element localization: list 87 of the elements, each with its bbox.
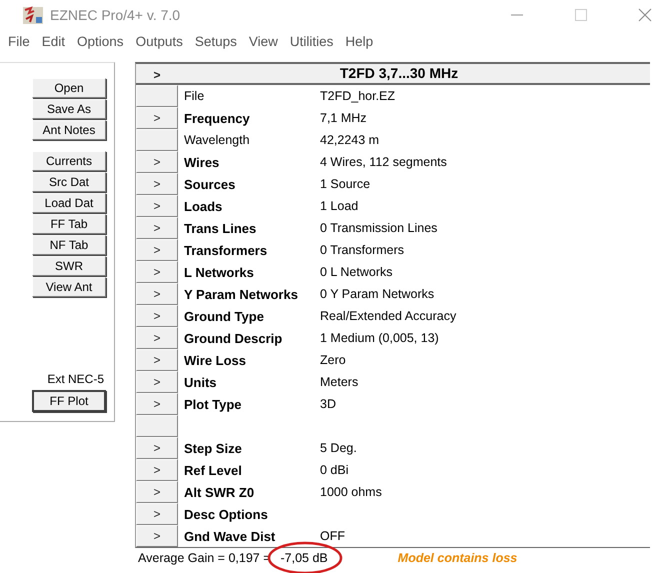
row-value: 1000 ohms — [320, 485, 382, 499]
row-label: Trans Lines — [183, 220, 258, 236]
arrow-button[interactable]: > — [136, 173, 178, 195]
menu-item[interactable]: Outputs — [136, 34, 183, 48]
row-label: Plot Type — [183, 396, 243, 412]
row-value: 1 Source — [320, 177, 370, 191]
row-label: Sources — [183, 176, 236, 192]
side-button[interactable]: Currents — [32, 151, 106, 171]
side-button[interactable]: NF Tab — [32, 235, 106, 255]
row-value: 4 Wires, 112 segments — [320, 155, 447, 169]
arrow-button[interactable]: > — [136, 437, 178, 459]
row-label: Ground Descrip — [183, 330, 284, 346]
window-title: EZNEC Pro/4+ v. 7.0 — [50, 7, 180, 23]
arrow-button[interactable]: > — [136, 327, 178, 349]
row-value: 1 Medium (0,005, 13) — [320, 331, 439, 345]
header-arrow-button[interactable]: > — [136, 64, 178, 86]
row-value: 5 Deg. — [320, 441, 357, 455]
loss-warning: Model contains loss — [398, 551, 518, 565]
row-label: Step Size — [183, 440, 243, 456]
side-button[interactable]: Open — [32, 78, 106, 98]
menu-item[interactable]: View — [248, 34, 278, 48]
row-label: Wavelength — [183, 133, 251, 147]
row-value: T2FD_hor.EZ — [320, 89, 396, 103]
arrow-button[interactable]: > — [136, 481, 178, 503]
menu-item[interactable]: Options — [77, 34, 124, 48]
antenna-title: T2FD 3,7...30 MHz — [338, 64, 460, 83]
engine-label: Ext NEC-5 — [47, 372, 104, 386]
row-label: File — [183, 89, 206, 103]
row-label: Frequency — [183, 110, 251, 126]
row-label: Ground Type — [183, 308, 265, 324]
row-value: 7,1 MHz — [320, 111, 367, 125]
side-button[interactable]: Save As — [32, 99, 106, 119]
arrow-button[interactable]: > — [136, 261, 178, 283]
row-value: 0 Y Param Networks — [320, 287, 434, 301]
side-button[interactable]: View Ant — [32, 277, 106, 297]
arrow-button[interactable]: > — [136, 305, 178, 327]
row-label: Ref Level — [183, 462, 243, 478]
side-button[interactable]: FF Tab — [32, 214, 106, 234]
arrow-button[interactable]: > — [136, 239, 178, 261]
row-label: Units — [183, 374, 218, 390]
arrow-button[interactable]: > — [136, 349, 178, 371]
row-value: Real/Extended Accuracy — [320, 309, 456, 323]
menu-item[interactable]: Utilities — [290, 34, 334, 48]
row-label: Gnd Wave Dist — [183, 528, 276, 544]
empty-button[interactable] — [136, 129, 178, 151]
empty-button[interactable] — [136, 85, 178, 107]
arrow-button[interactable]: > — [136, 393, 178, 415]
row-value: 0 Transformers — [320, 243, 404, 257]
row-value: Meters — [320, 375, 358, 389]
row-label: Y Param Networks — [183, 286, 299, 302]
side-button[interactable]: Src Dat — [32, 172, 106, 192]
row-value: 3D — [320, 397, 336, 411]
row-label: Loads — [183, 198, 224, 214]
arrow-button[interactable]: > — [136, 283, 178, 305]
row-label: Transformers — [183, 242, 268, 258]
row-value: 0 Transmission Lines — [320, 221, 438, 235]
row-label: Desc Options — [183, 506, 269, 522]
row-value: 1 Load — [320, 199, 358, 213]
menu-item[interactable]: Edit — [42, 34, 66, 48]
arrow-button[interactable]: > — [136, 525, 178, 547]
side-button[interactable]: Load Dat — [32, 193, 106, 213]
side-button[interactable]: SWR — [32, 256, 106, 276]
arrow-button[interactable]: > — [136, 371, 178, 393]
arrow-button[interactable]: > — [136, 459, 178, 481]
menu-item[interactable]: File — [8, 34, 30, 48]
row-label: Wires — [183, 154, 220, 170]
row-value: 42,2243 m — [320, 133, 380, 147]
side-button[interactable]: Ant Notes — [32, 120, 106, 140]
row-value: 0 dBi — [320, 463, 348, 477]
empty-button[interactable] — [136, 415, 178, 437]
arrow-button[interactable]: > — [136, 107, 178, 129]
close-icon[interactable] — [638, 8, 652, 22]
row-value: Zero — [320, 353, 346, 367]
side-button[interactable]: FF Plot — [32, 390, 106, 412]
row-value: 0 L Networks — [320, 265, 392, 279]
row-value: OFF — [320, 529, 345, 543]
menu-item[interactable]: Setups — [194, 34, 237, 48]
arrow-button[interactable]: > — [136, 151, 178, 173]
row-label: Alt SWR Z0 — [183, 484, 256, 500]
row-label: L Networks — [183, 264, 255, 280]
menu-item[interactable]: Help — [345, 34, 374, 48]
arrow-button[interactable]: > — [136, 503, 178, 525]
gain-db-text: -7,05 dB — [280, 551, 328, 565]
arrow-button[interactable]: > — [136, 217, 178, 239]
app-logo-icon — [22, 5, 44, 25]
row-label: Wire Loss — [183, 352, 248, 368]
arrow-button[interactable]: > — [136, 195, 178, 217]
